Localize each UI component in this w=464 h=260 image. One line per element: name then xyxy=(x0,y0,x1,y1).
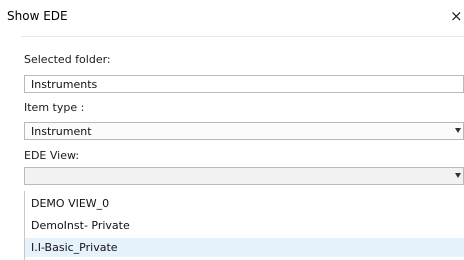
title-divider xyxy=(21,36,464,37)
selected-folder-field[interactable]: Instruments xyxy=(24,75,464,93)
dropdown-option-demoinst-private[interactable]: DemoInst- Private xyxy=(25,216,464,235)
chevron-down-icon[interactable] xyxy=(455,173,461,178)
ede-view-select[interactable] xyxy=(24,167,464,185)
ede-view-label: EDE View: xyxy=(24,149,80,162)
ede-view-dropdown-list: DEMO VIEW_0 DemoInst- Private I.I-Basic_… xyxy=(24,191,464,260)
chevron-down-icon[interactable] xyxy=(455,128,461,133)
show-ede-dialog: Show EDE × Selected folder: Instruments … xyxy=(0,0,464,260)
dropdown-option-ii-basic-private[interactable]: I.I-Basic_Private xyxy=(25,238,464,257)
dropdown-option-demo-view[interactable]: DEMO VIEW_0 xyxy=(25,194,464,213)
item-type-value: Instrument xyxy=(31,125,92,138)
selected-folder-label: Selected folder: xyxy=(24,53,111,66)
item-type-label: Item type : xyxy=(24,101,85,114)
selected-folder-value: Instruments xyxy=(31,78,98,91)
close-icon[interactable]: × xyxy=(450,6,464,26)
title-bar: Show EDE × xyxy=(0,0,464,36)
item-type-select[interactable]: Instrument xyxy=(24,122,464,140)
dialog-title: Show EDE xyxy=(7,9,68,23)
dialog-body: Selected folder: Instruments Item type :… xyxy=(0,36,464,260)
